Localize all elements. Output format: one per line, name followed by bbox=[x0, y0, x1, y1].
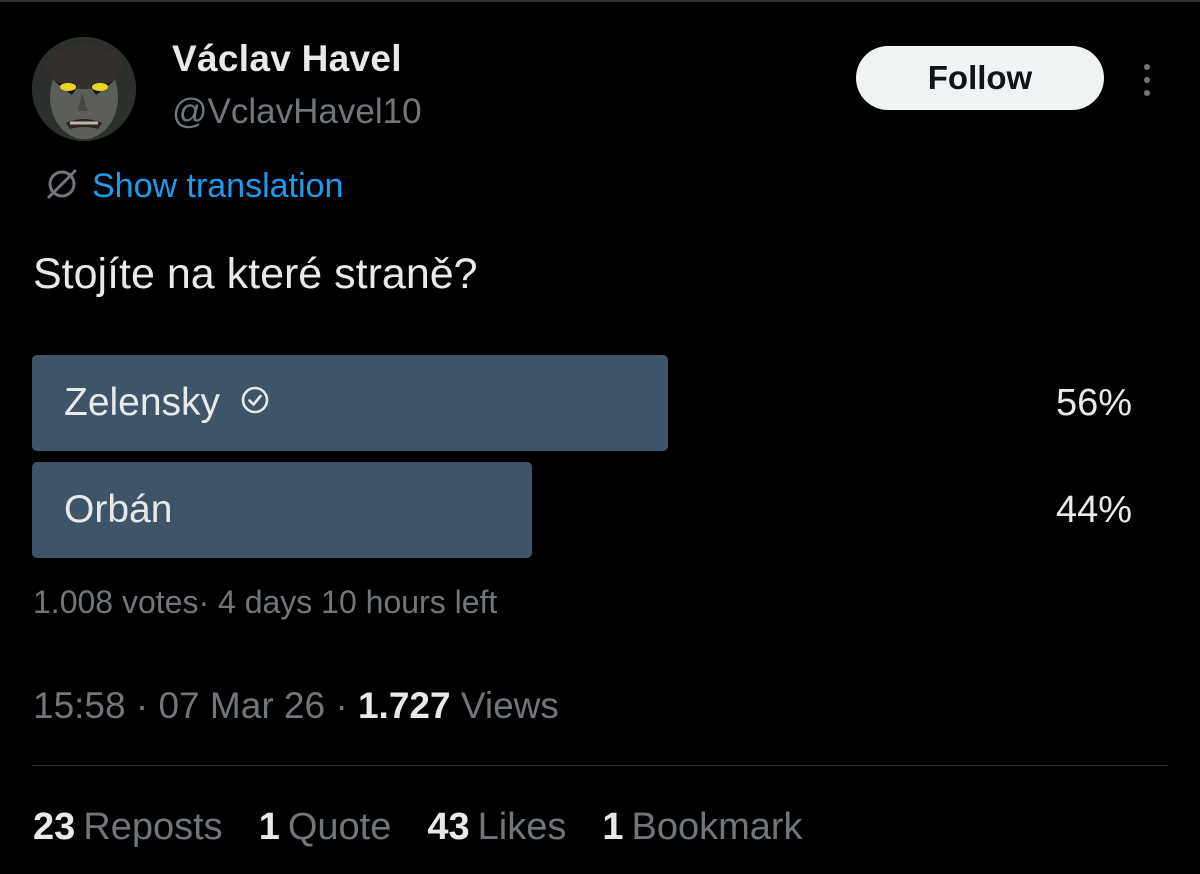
tweet-date[interactable]: 07 Mar 26 bbox=[158, 685, 325, 726]
stats-divider bbox=[32, 765, 1168, 766]
poll-option-zelensky[interactable]: Zelensky 56% bbox=[32, 355, 1132, 451]
top-divider bbox=[0, 0, 1200, 2]
reposts-label: Reposts bbox=[83, 806, 223, 848]
more-vertical-icon-dot bbox=[1144, 90, 1150, 96]
author-handle[interactable]: @VclavHavel10 bbox=[172, 92, 422, 132]
globe-slash-icon bbox=[44, 166, 80, 207]
more-options-button[interactable] bbox=[1130, 58, 1164, 102]
author-display-name[interactable]: Václav Havel bbox=[172, 38, 402, 80]
quotes-count: 1 bbox=[258, 806, 280, 848]
views-count: 1.727 bbox=[357, 685, 451, 726]
quotes-label: Quote bbox=[287, 806, 392, 848]
bookmarks-label: Bookmark bbox=[631, 806, 803, 848]
bookmarks-count: 1 bbox=[602, 806, 624, 848]
poll-meta: 1.008 votes· 4 days 10 hours left bbox=[33, 584, 498, 620]
more-vertical-icon-dot bbox=[1144, 77, 1150, 83]
follow-button[interactable]: Follow bbox=[856, 46, 1104, 110]
poll-option-label: Zelensky bbox=[64, 381, 221, 424]
show-translation-label: Show translation bbox=[92, 167, 344, 205]
reposts-count: 23 bbox=[33, 806, 76, 848]
avatar[interactable] bbox=[32, 37, 136, 141]
likes-label: Likes bbox=[477, 806, 567, 848]
separator-dot: · bbox=[335, 685, 358, 726]
tweet-text: Stojíte na které straně? bbox=[33, 250, 478, 298]
poll-option-label: Orbán bbox=[64, 488, 173, 531]
reposts-stat[interactable]: 23 Reposts bbox=[33, 806, 223, 849]
check-circle-icon bbox=[240, 381, 270, 425]
tweet-timestamp-row: 15:58 · 07 Mar 26 · 1.727 Views bbox=[33, 685, 559, 727]
poll-option-orban[interactable]: Orbán 44% bbox=[32, 462, 1132, 558]
more-vertical-icon bbox=[1144, 64, 1150, 70]
show-translation-link[interactable]: Show translation bbox=[44, 166, 343, 207]
likes-count: 43 bbox=[427, 806, 470, 848]
engagement-stats: 23 Reposts 1 Quote 43 Likes 1 Bookmark bbox=[33, 806, 803, 849]
likes-stat[interactable]: 43 Likes bbox=[427, 806, 566, 849]
bookmarks-stat[interactable]: 1 Bookmark bbox=[602, 806, 802, 849]
separator-dot: · bbox=[135, 685, 159, 726]
poll-option-percent: 56% bbox=[1055, 381, 1132, 424]
views-label: Views bbox=[460, 685, 559, 726]
quotes-stat[interactable]: 1 Quote bbox=[259, 806, 392, 849]
tweet-time[interactable]: 15:58 bbox=[33, 685, 126, 726]
poll-option-percent: 44% bbox=[1055, 488, 1132, 531]
